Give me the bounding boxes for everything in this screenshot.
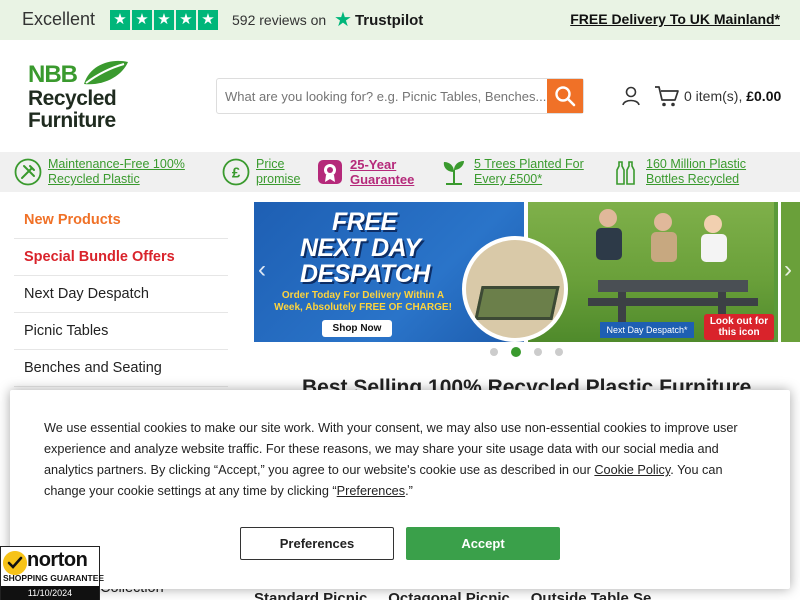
picnic-table-top — [598, 280, 748, 292]
banner-headline-despatch: DESPATCH — [300, 260, 430, 288]
cart-icon[interactable] — [654, 84, 680, 108]
rating-stars: ★ ★ ★ ★ ★ — [110, 10, 218, 30]
star-icon: ★ — [132, 10, 152, 30]
norton-name: norton — [27, 549, 88, 571]
next-day-tag: Next Day Despatch* — [600, 322, 694, 338]
search-button[interactable] — [547, 79, 583, 113]
carousel-dot[interactable] — [534, 348, 542, 356]
logo-furniture: Furniture — [28, 109, 116, 132]
chevron-right-icon[interactable]: › — [784, 258, 798, 282]
category-row-partial[interactable]: Standard Picnic ... Octagonal Picnic ...… — [254, 590, 664, 600]
award-icon — [318, 160, 342, 184]
carousel-dot-active[interactable] — [511, 347, 521, 357]
banner-subtext: Order Today For Delivery Within A Week, … — [274, 290, 452, 313]
norton-date: 11/10/2024 — [1, 586, 99, 600]
usp-trees[interactable]: 5 Trees Planted For Every £500* — [440, 156, 600, 188]
banner-headline-free: FREE — [332, 208, 397, 236]
preferences-button[interactable]: Preferences — [240, 527, 394, 560]
sidebar-item-benches[interactable]: Benches and Seating — [14, 350, 228, 387]
sapling-icon — [443, 161, 464, 185]
preferences-link[interactable]: Preferences — [337, 484, 405, 498]
sidebar-item-special-bundle[interactable]: Special Bundle Offers — [14, 239, 228, 276]
cookie-message: We use essential cookies to make our sit… — [44, 418, 764, 502]
usp-text: 25-Year Guarantee — [350, 157, 415, 187]
search-icon — [555, 86, 576, 107]
promo-banner[interactable]: FREE NEXT DAY DESPATCH Order Today For D… — [254, 202, 800, 342]
trustpilot-text: Trustpilot — [354, 11, 424, 29]
star-icon: ★ — [198, 10, 218, 30]
user-account-icon[interactable] — [620, 85, 642, 107]
cookie-text-part: .” — [405, 484, 413, 498]
sidebar-item-picnic-tables[interactable]: Picnic Tables — [14, 313, 228, 350]
star-icon: ★ — [176, 10, 196, 30]
bottles-icon — [616, 161, 635, 185]
search-input[interactable] — [217, 79, 547, 113]
pound-icon: £ — [222, 158, 250, 186]
chevron-left-icon[interactable]: ‹ — [258, 258, 272, 282]
usp-text: Maintenance-Free 100% Recycled Plastic — [48, 157, 185, 186]
usp-price-promise[interactable]: £ Price promise — [222, 156, 312, 188]
trustpilot-logo[interactable]: ★ Trustpilot — [334, 10, 423, 30]
usp-maintenance[interactable]: Maintenance-Free 100% Recycled Plastic — [14, 156, 198, 188]
trustpilot-bar: Excellent ★ ★ ★ ★ ★ 592 reviews on ★ Tru… — [0, 0, 800, 40]
leaf-icon — [84, 60, 128, 85]
people-at-picnic-table-image — [596, 209, 727, 262]
carousel-dots — [490, 347, 563, 357]
cart-summary[interactable]: 0 item(s), £0.00 — [684, 88, 781, 104]
svg-text:£: £ — [232, 165, 241, 182]
tools-icon — [14, 158, 42, 186]
checkmark-icon — [3, 551, 27, 575]
look-out-callout: Look out for this icon — [704, 314, 774, 340]
cart-count: 0 item(s), — [684, 88, 743, 104]
usp-guarantee[interactable]: 25-Year Guarantee — [316, 156, 426, 188]
logo-recycled: Recycled — [28, 87, 117, 110]
banner-headline-next-day: NEXT DAY — [300, 234, 421, 262]
raised-bed-image — [462, 236, 568, 342]
review-count[interactable]: 592 reviews on — [232, 12, 326, 28]
picnic-table-bench — [588, 298, 758, 306]
cookie-policy-link[interactable]: Cookie Policy — [594, 463, 670, 477]
carousel-dot[interactable] — [555, 348, 563, 356]
usp-text: Price promise — [256, 157, 301, 186]
star-icon: ★ — [110, 10, 130, 30]
carousel-dot[interactable] — [490, 348, 498, 356]
star-icon: ★ — [154, 10, 174, 30]
shop-now-button[interactable]: Shop Now — [322, 320, 392, 337]
usp-bottles[interactable]: 160 Million Plastic Bottles Recycled — [612, 156, 786, 188]
sidebar-item-new-products[interactable]: New Products — [14, 202, 228, 239]
sidebar-item-next-day[interactable]: Next Day Despatch — [14, 276, 228, 313]
free-delivery-link[interactable]: FREE Delivery To UK Mainland* — [570, 11, 780, 27]
norton-badge[interactable]: norton SHOPPING GUARANTEE 11/10/2024 — [0, 546, 104, 600]
rating-word: Excellent — [22, 9, 96, 29]
search-bar — [216, 78, 584, 114]
picnic-table-leg — [618, 292, 626, 322]
accept-button[interactable]: Accept — [406, 527, 560, 560]
norton-guarantee: SHOPPING GUARANTEE — [3, 573, 105, 583]
logo-nbb: NBB — [28, 61, 78, 88]
category-sidebar: New Products Special Bundle Offers Next … — [14, 202, 228, 387]
trustpilot-star-icon: ★ — [334, 9, 352, 31]
usp-text: 160 Million Plastic Bottles Recycled — [646, 157, 747, 186]
cart-total: £0.00 — [746, 88, 782, 104]
site-logo[interactable]: NBB Recycled Furniture — [28, 58, 138, 132]
usp-bar: Maintenance-Free 100% Recycled Plastic £… — [0, 152, 800, 192]
usp-text: 5 Trees Planted For Every £500* — [474, 157, 584, 186]
cookie-consent-dialog: We use essential cookies to make our sit… — [10, 390, 790, 589]
